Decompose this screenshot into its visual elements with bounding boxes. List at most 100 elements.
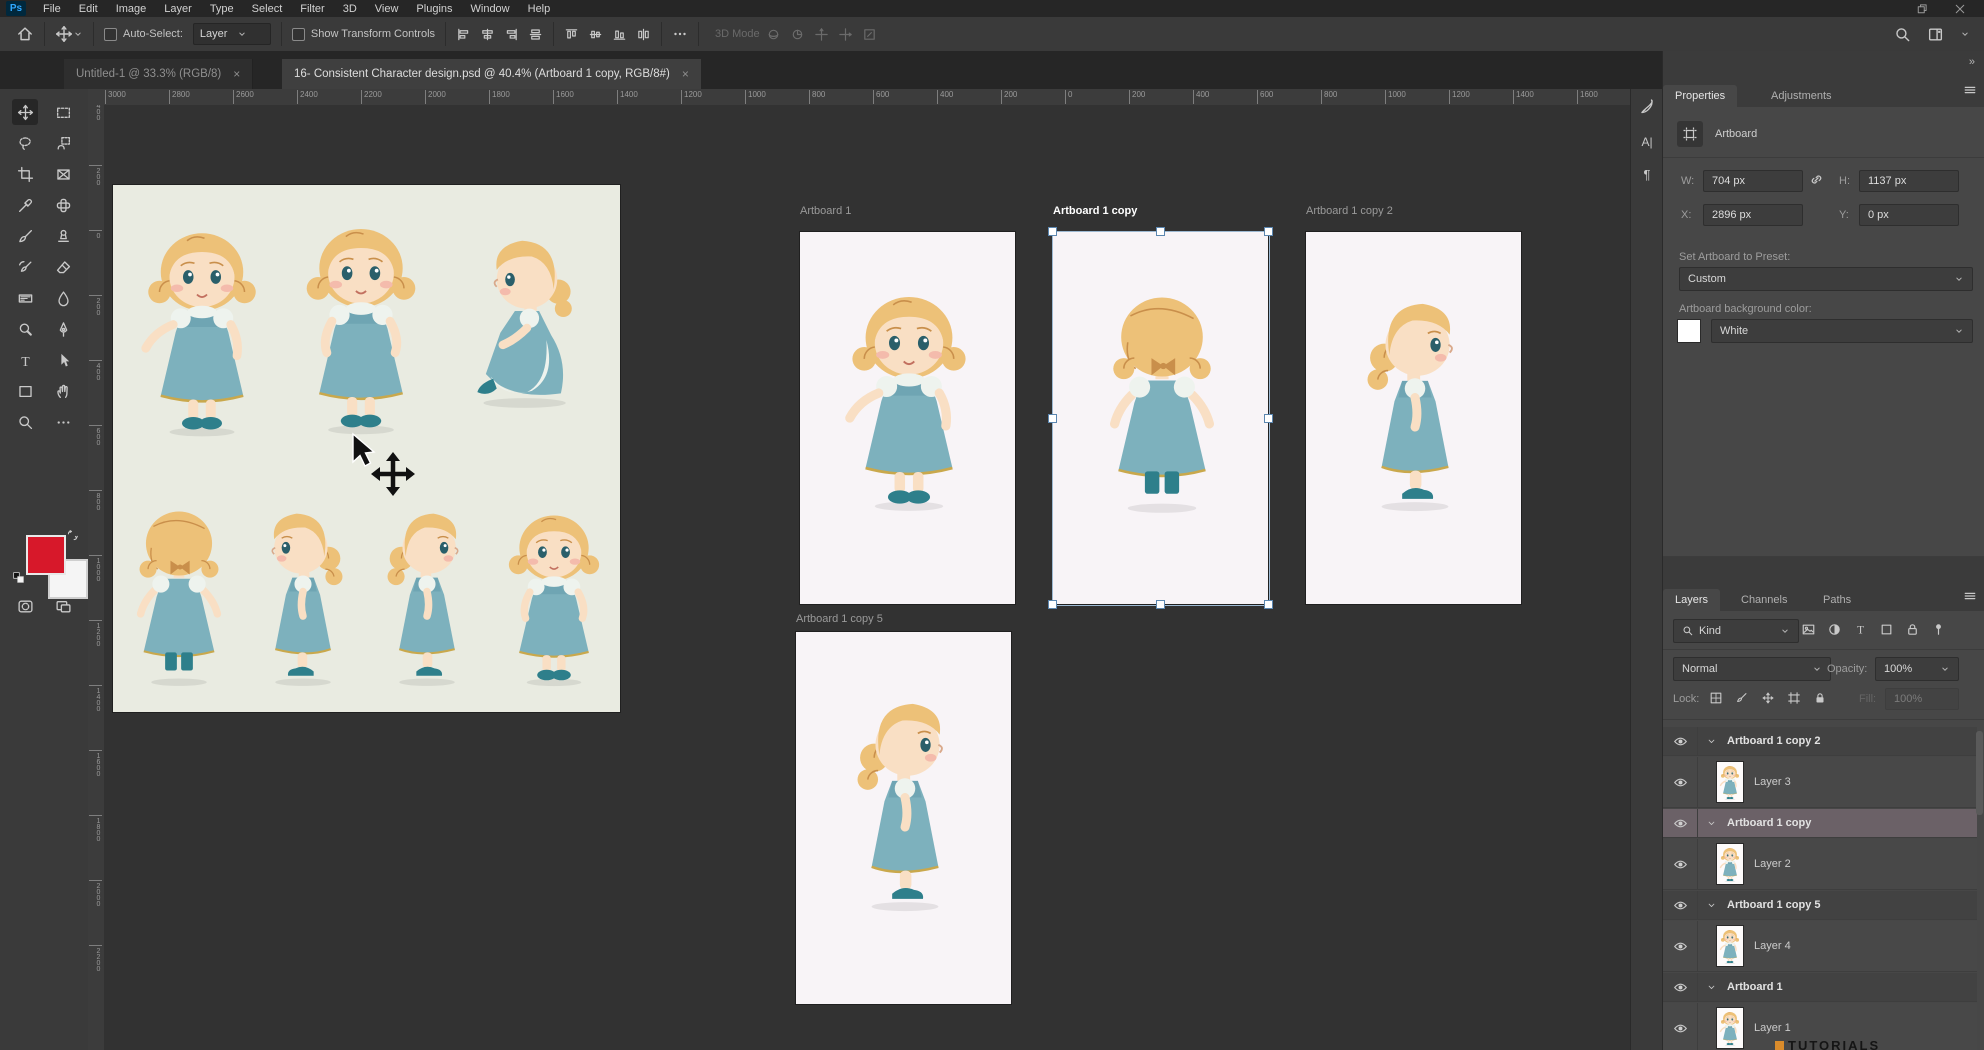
pixel-layers-filter-icon[interactable] [1797, 619, 1819, 639]
collapse-panels-icon[interactable]: » [1969, 56, 1975, 68]
artboard-1-copy-2[interactable] [1306, 232, 1521, 604]
lock-move-icon[interactable] [1759, 688, 1777, 708]
history-brush-tool[interactable] [12, 254, 38, 280]
lock-all-icon[interactable] [1811, 688, 1829, 708]
distribute-horizontal-centers-icon[interactable] [636, 27, 651, 42]
auto-select-checkbox[interactable] [104, 28, 117, 41]
distribute-top-edges-icon[interactable] [564, 27, 579, 42]
layer-row-layer-2[interactable]: Layer 2 [1663, 839, 1977, 890]
menu-plugins[interactable]: Plugins [407, 3, 461, 15]
lock-artboard-icon[interactable] [1785, 688, 1803, 708]
visibility-eye-icon[interactable] [1663, 757, 1698, 807]
artboard-bg-select[interactable]: White [1711, 319, 1973, 343]
healing-tool[interactable] [50, 192, 76, 218]
document-tab-1[interactable]: Untitled-1 @ 33.3% (RGB/8) × [64, 59, 253, 89]
visibility-eye-icon[interactable] [1663, 1003, 1698, 1050]
distribute-vertical-centers-icon[interactable] [588, 27, 603, 42]
rectangle-tool[interactable] [12, 378, 38, 404]
selection-handle[interactable] [1264, 600, 1273, 609]
group-chevron-icon[interactable] [1706, 982, 1717, 993]
path-selection-tool[interactable] [50, 347, 76, 373]
move-tool-icon[interactable] [55, 25, 73, 43]
selection-handle[interactable] [1048, 227, 1057, 236]
search-icon[interactable] [1894, 26, 1911, 43]
chevron-down-icon[interactable] [1960, 29, 1970, 39]
artboard-1-copy-5[interactable] [796, 632, 1011, 1004]
swap-colors-icon[interactable] [66, 529, 79, 542]
selection-handle[interactable] [1264, 227, 1273, 236]
group-chevron-icon[interactable] [1706, 736, 1717, 747]
visibility-eye-icon[interactable] [1663, 727, 1698, 755]
layer-row-artboard-1-copy[interactable]: Artboard 1 copy [1663, 809, 1977, 838]
object-selection-tool[interactable] [50, 130, 76, 156]
y-input[interactable]: 0 px [1859, 204, 1959, 226]
menu-filter[interactable]: Filter [291, 3, 333, 15]
layer-row-artboard-1-copy-5[interactable]: Artboard 1 copy 5 [1663, 891, 1977, 920]
marquee-tool[interactable] [50, 99, 76, 125]
layer-filter-select[interactable]: Kind [1673, 619, 1799, 643]
menu-view[interactable]: View [366, 3, 408, 15]
dodge-tool[interactable] [12, 316, 38, 342]
tab-layers[interactable]: Layers [1663, 589, 1720, 611]
visibility-eye-icon[interactable] [1663, 809, 1698, 837]
panel-menu-icon[interactable] [1963, 589, 1977, 603]
menu-file[interactable]: File [34, 3, 70, 15]
hand-tool[interactable] [50, 378, 76, 404]
selection-handle[interactable] [1048, 600, 1057, 609]
selection-handle[interactable] [1156, 600, 1165, 609]
canvas-pasteboard[interactable]: Artboard 1 Artboard 1 copy [104, 105, 1630, 1050]
tab-channels[interactable]: Channels [1729, 589, 1799, 611]
align-right-edges-icon[interactable] [504, 27, 519, 42]
lock-paint-icon[interactable] [1733, 688, 1751, 708]
opacity-input[interactable]: 100% [1875, 657, 1959, 681]
menu-select[interactable]: Select [243, 3, 292, 15]
selection-handle[interactable] [1048, 414, 1057, 423]
ellipsis-icon[interactable] [672, 26, 688, 42]
selection-handle[interactable] [1156, 227, 1165, 236]
distribute-bottom-edges-icon[interactable] [612, 27, 627, 42]
eraser-tool[interactable] [50, 254, 76, 280]
menu-help[interactable]: Help [519, 3, 560, 15]
quick-mask-icon[interactable] [12, 593, 38, 619]
lock-transparent-icon[interactable] [1707, 688, 1725, 708]
shape-layers-filter-icon[interactable] [1875, 619, 1897, 639]
crop-tool[interactable] [12, 161, 38, 187]
blend-mode-select[interactable]: Normal [1673, 657, 1831, 681]
align-vertical-centers-icon[interactable] [528, 27, 543, 42]
align-horizontal-centers-icon[interactable] [480, 27, 495, 42]
character-panel-icon[interactable]: A| [1638, 133, 1656, 151]
adjustment-layers-filter-icon[interactable] [1823, 619, 1845, 639]
menu-edit[interactable]: Edit [70, 3, 107, 15]
default-colors-icon[interactable] [12, 571, 25, 584]
artboard-label[interactable]: Artboard 1 [800, 205, 851, 217]
artboard-bg-swatch[interactable] [1677, 319, 1701, 343]
eyedropper-tool[interactable] [12, 192, 38, 218]
tab-paths[interactable]: Paths [1811, 589, 1863, 611]
window-restore-icon[interactable] [1916, 3, 1928, 15]
layer-filter-toggle-icon[interactable] [1927, 619, 1949, 639]
layer-thumbnail[interactable] [1716, 925, 1744, 967]
show-transform-checkbox[interactable] [292, 28, 305, 41]
menu-window[interactable]: Window [462, 3, 519, 15]
group-chevron-icon[interactable] [1706, 818, 1717, 829]
link-dimensions-icon[interactable] [1809, 172, 1824, 187]
brushes-panel-icon[interactable] [1638, 97, 1656, 115]
visibility-eye-icon[interactable] [1663, 921, 1698, 971]
tab-properties[interactable]: Properties [1663, 85, 1737, 107]
document-tab-2[interactable]: 16- Consistent Character design.psd @ 40… [282, 59, 701, 89]
chevron-down-icon[interactable] [73, 29, 83, 39]
layer-row-layer-3[interactable]: Layer 3 [1663, 757, 1977, 808]
more-tools-tool[interactable] [50, 409, 76, 435]
preset-select[interactable]: Custom [1679, 267, 1973, 291]
brush-tool[interactable] [12, 223, 38, 249]
artboard-1-copy[interactable] [1053, 232, 1268, 604]
artboard-label[interactable]: Artboard 1 copy 2 [1306, 205, 1393, 217]
artboard-1[interactable] [800, 232, 1015, 604]
menu-layer[interactable]: Layer [155, 3, 201, 15]
panel-menu-icon[interactable] [1963, 83, 1977, 97]
artboard-label[interactable]: Artboard 1 copy 5 [796, 613, 883, 625]
group-chevron-icon[interactable] [1706, 900, 1717, 911]
layer-thumbnail[interactable] [1716, 1007, 1744, 1049]
tab-close-icon[interactable]: × [682, 67, 689, 81]
menu-3d[interactable]: 3D [334, 3, 366, 15]
